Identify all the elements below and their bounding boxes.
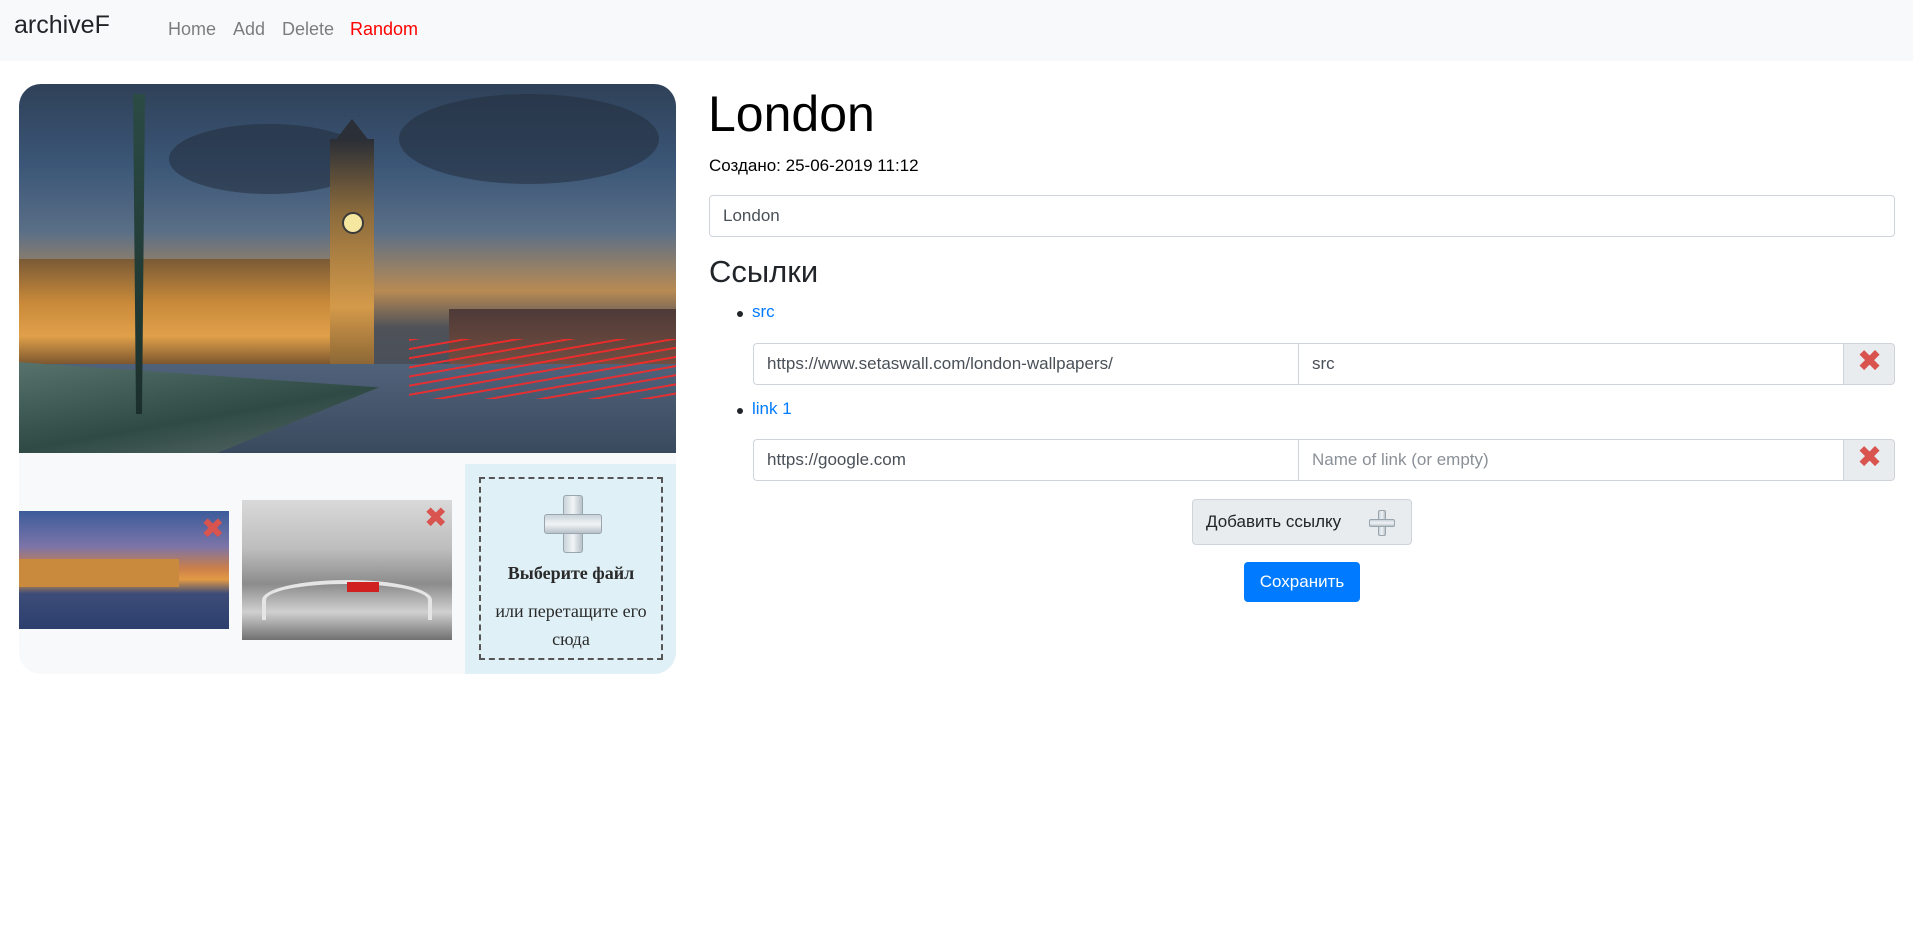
- link-row: ✖: [753, 439, 1895, 481]
- clock-face: [342, 212, 364, 234]
- list-bullet: [737, 311, 743, 317]
- plus-icon: [544, 495, 602, 553]
- remove-thumbnail-2-icon[interactable]: ✖: [424, 504, 447, 532]
- title-input[interactable]: [709, 195, 1895, 237]
- add-link-label: Добавить ссылку: [1206, 512, 1342, 531]
- remove-thumbnail-1-icon[interactable]: ✖: [201, 515, 224, 543]
- thumbnail-building: [19, 559, 179, 587]
- remove-link-button[interactable]: ✖: [1843, 439, 1895, 481]
- dropzone-title: Выберите файл: [507, 563, 635, 583]
- clock-tower: [330, 139, 374, 379]
- upload-area: Выберите файл или перетащите его сюда: [465, 464, 676, 674]
- file-dropzone[interactable]: Выберите файл или перетащите его сюда: [479, 477, 663, 660]
- link-row: ✖: [753, 343, 1895, 385]
- link-url-input[interactable]: [753, 343, 1299, 385]
- page-title: London: [708, 86, 875, 142]
- main-photo: [19, 84, 676, 453]
- nav-delete[interactable]: Delete: [282, 19, 334, 40]
- brand-logo[interactable]: archiveF: [14, 11, 110, 40]
- thumbnail-1[interactable]: ✖: [19, 511, 229, 629]
- link-name-input[interactable]: [1298, 343, 1844, 385]
- nav-add[interactable]: Add: [233, 19, 265, 40]
- navbar: archiveF Home Add Delete Random: [0, 0, 1913, 61]
- remove-link-button[interactable]: ✖: [1843, 343, 1895, 385]
- sky-cloud: [399, 94, 659, 184]
- light-trails: [409, 339, 676, 399]
- save-button[interactable]: Сохранить: [1244, 562, 1360, 602]
- created-date: Создано: 25-06-2019 11:12: [709, 156, 919, 175]
- list-bullet: [737, 408, 743, 414]
- add-link-button[interactable]: Добавить ссылку: [1192, 499, 1412, 545]
- thumbnail-2[interactable]: ✖: [242, 500, 452, 640]
- dropzone-subtitle: или перетащите его сюда: [495, 601, 647, 649]
- plus-icon: [1369, 510, 1395, 536]
- thumbnail-bus: [347, 582, 379, 592]
- link-url-input[interactable]: [753, 439, 1299, 481]
- remove-link-icon: ✖: [1857, 345, 1883, 378]
- link-title-link1[interactable]: link 1: [752, 399, 792, 419]
- nav-random[interactable]: Random: [350, 19, 418, 40]
- image-gallery: ✖ ✖ Выберите файл или перетащите его сюд…: [19, 84, 676, 674]
- remove-link-icon: ✖: [1857, 441, 1883, 474]
- parliament-building: [19, 259, 349, 369]
- link-title-src[interactable]: src: [752, 302, 775, 322]
- nav-home[interactable]: Home: [168, 19, 216, 40]
- link-name-input[interactable]: [1298, 439, 1844, 481]
- links-heading: Ссылки: [709, 254, 819, 289]
